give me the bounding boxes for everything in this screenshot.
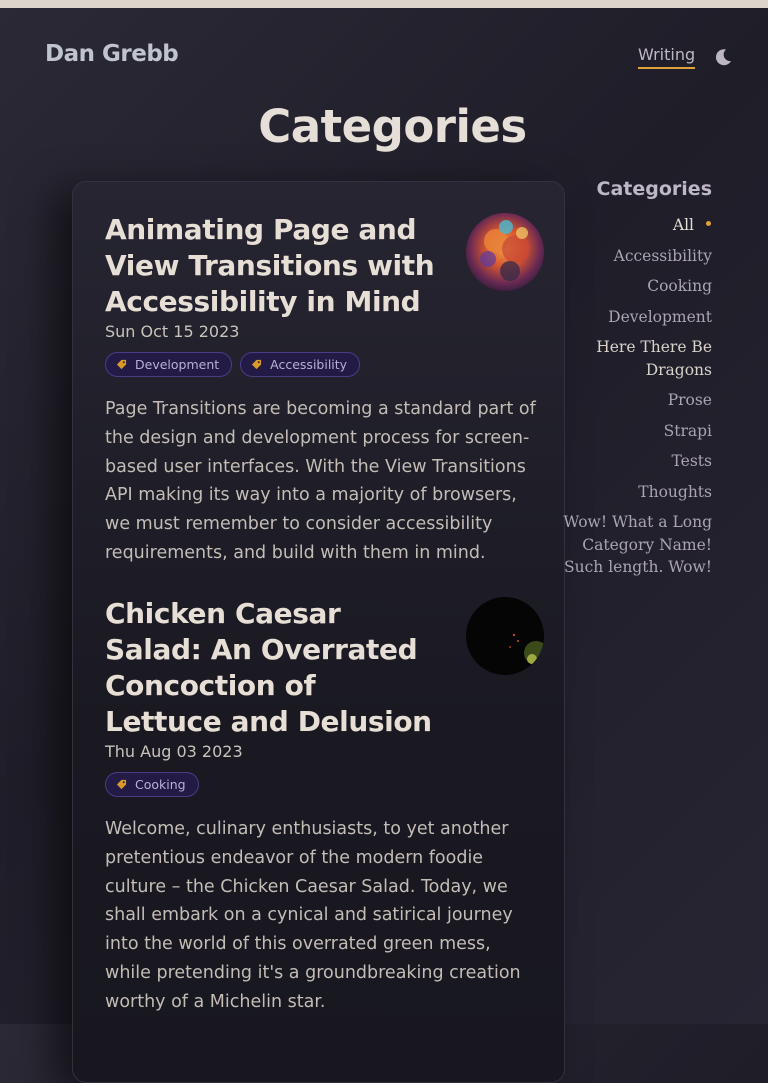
tag-list: Cooking [105, 772, 540, 797]
tag-label: Development [135, 357, 220, 372]
post-date: Sun Oct 15 2023 [105, 322, 240, 341]
post-item: Chicken Caesar Salad: An Overrated Conco… [105, 596, 544, 1017]
sidebar-heading: Categories [596, 178, 712, 200]
tag-list: Development Accessibility [105, 352, 540, 377]
post-excerpt: Welcome, culinary enthusiasts, to yet an… [105, 819, 521, 1012]
colorful-cloud-image [466, 213, 544, 291]
category-accessibility[interactable]: Accessibility [562, 245, 712, 268]
tag-development[interactable]: Development [105, 352, 233, 377]
category-here-there-be-dragons[interactable]: Here There Be Dragons [562, 336, 712, 381]
category-strapi[interactable]: Strapi [562, 420, 712, 443]
category-development[interactable]: Development [562, 306, 712, 329]
post-title[interactable]: Chicken Caesar Salad: An Overrated Conco… [105, 596, 435, 740]
top-accent-bar [0, 0, 768, 8]
category-tests[interactable]: Tests [562, 450, 712, 473]
post-list-card: Animating Page and View Transitions with… [72, 181, 565, 1083]
nav-link-writing[interactable]: Writing [638, 45, 696, 69]
post-thumbnail[interactable] [466, 213, 544, 291]
category-list: All Accessibility Cooking Development He… [562, 214, 712, 579]
tag-label: Accessibility [270, 357, 348, 372]
tag-icon [252, 359, 262, 370]
category-sidebar: Categories All Accessibility Cooking Dev… [562, 178, 712, 587]
post-item: Animating Page and View Transitions with… [105, 212, 544, 568]
post-title[interactable]: Animating Page and View Transitions with… [105, 212, 435, 320]
post-date: Thu Aug 03 2023 [105, 742, 243, 761]
category-label: All [672, 216, 694, 234]
site-title-link[interactable]: Dan Grebb [45, 41, 179, 67]
dark-salad-image [466, 597, 544, 675]
category-prose[interactable]: Prose [562, 389, 712, 412]
tag-cooking[interactable]: Cooking [105, 772, 199, 797]
page-title: Categories [258, 100, 527, 153]
post-thumbnail[interactable] [466, 597, 544, 675]
category-long-name[interactable]: Wow! What a Long Category Name! Such len… [562, 511, 712, 579]
moon-icon [715, 49, 731, 66]
tag-label: Cooking [135, 777, 186, 792]
theme-toggle-button[interactable] [712, 46, 734, 68]
category-cooking[interactable]: Cooking [562, 275, 712, 298]
active-dot-icon [706, 220, 711, 226]
category-all[interactable]: All [562, 214, 712, 237]
tag-accessibility[interactable]: Accessibility [240, 352, 361, 377]
tag-icon [116, 779, 127, 790]
post-excerpt: Page Transitions are becoming a standard… [105, 399, 536, 563]
category-thoughts[interactable]: Thoughts [562, 481, 712, 504]
tag-icon [116, 359, 127, 370]
